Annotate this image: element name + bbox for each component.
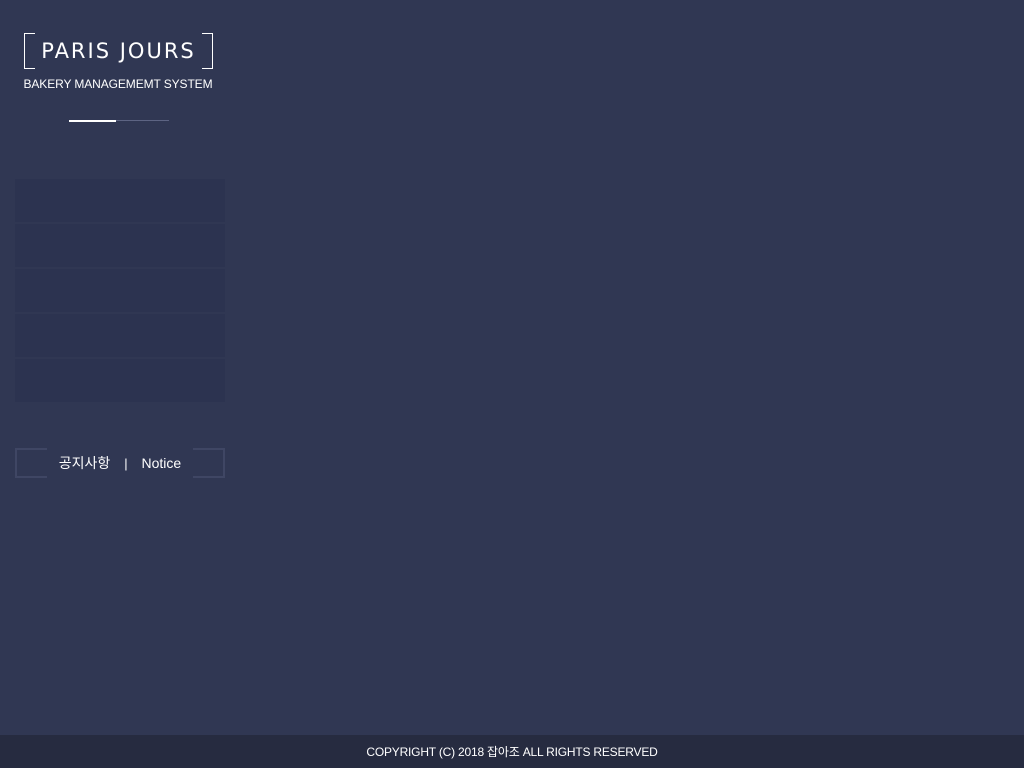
- brand-divider: [69, 119, 169, 122]
- sidebar-menu-item-1[interactable]: [15, 179, 225, 222]
- sidebar-menu-item-4[interactable]: [15, 314, 225, 357]
- main-content-area: [240, 0, 1024, 735]
- brand-logo[interactable]: PARIS JOURS: [24, 33, 213, 69]
- app-page: PARIS JOURS BAKERY MANAGEMEMT SYSTEM 공지사…: [0, 0, 1024, 768]
- notice-label-korean: 공지사항: [58, 454, 111, 471]
- brand-subtitle: BAKERY MANAGEMEMT SYSTEM: [23, 77, 213, 91]
- notice-separator: |: [124, 455, 128, 471]
- sidebar-menu: [15, 179, 225, 402]
- notice-label: 공지사항 | Notice: [46, 447, 194, 479]
- copyright-text: COPYRIGHT (C) 2018 잡아조 ALL RIGHTS RESERV…: [366, 745, 658, 759]
- sidebar-menu-item-2[interactable]: [15, 224, 225, 267]
- notice-button[interactable]: 공지사항 | Notice: [15, 447, 225, 479]
- notice-label-english: Notice: [141, 454, 182, 471]
- logo-text: PARIS JOURS: [35, 33, 202, 69]
- sidebar: PARIS JOURS BAKERY MANAGEMEMT SYSTEM 공지사…: [0, 0, 240, 735]
- sidebar-menu-item-5[interactable]: [15, 359, 225, 402]
- sidebar-menu-item-3[interactable]: [15, 269, 225, 312]
- footer: COPYRIGHT (C) 2018 잡아조 ALL RIGHTS RESERV…: [0, 735, 1024, 768]
- divider-highlight: [69, 119, 116, 122]
